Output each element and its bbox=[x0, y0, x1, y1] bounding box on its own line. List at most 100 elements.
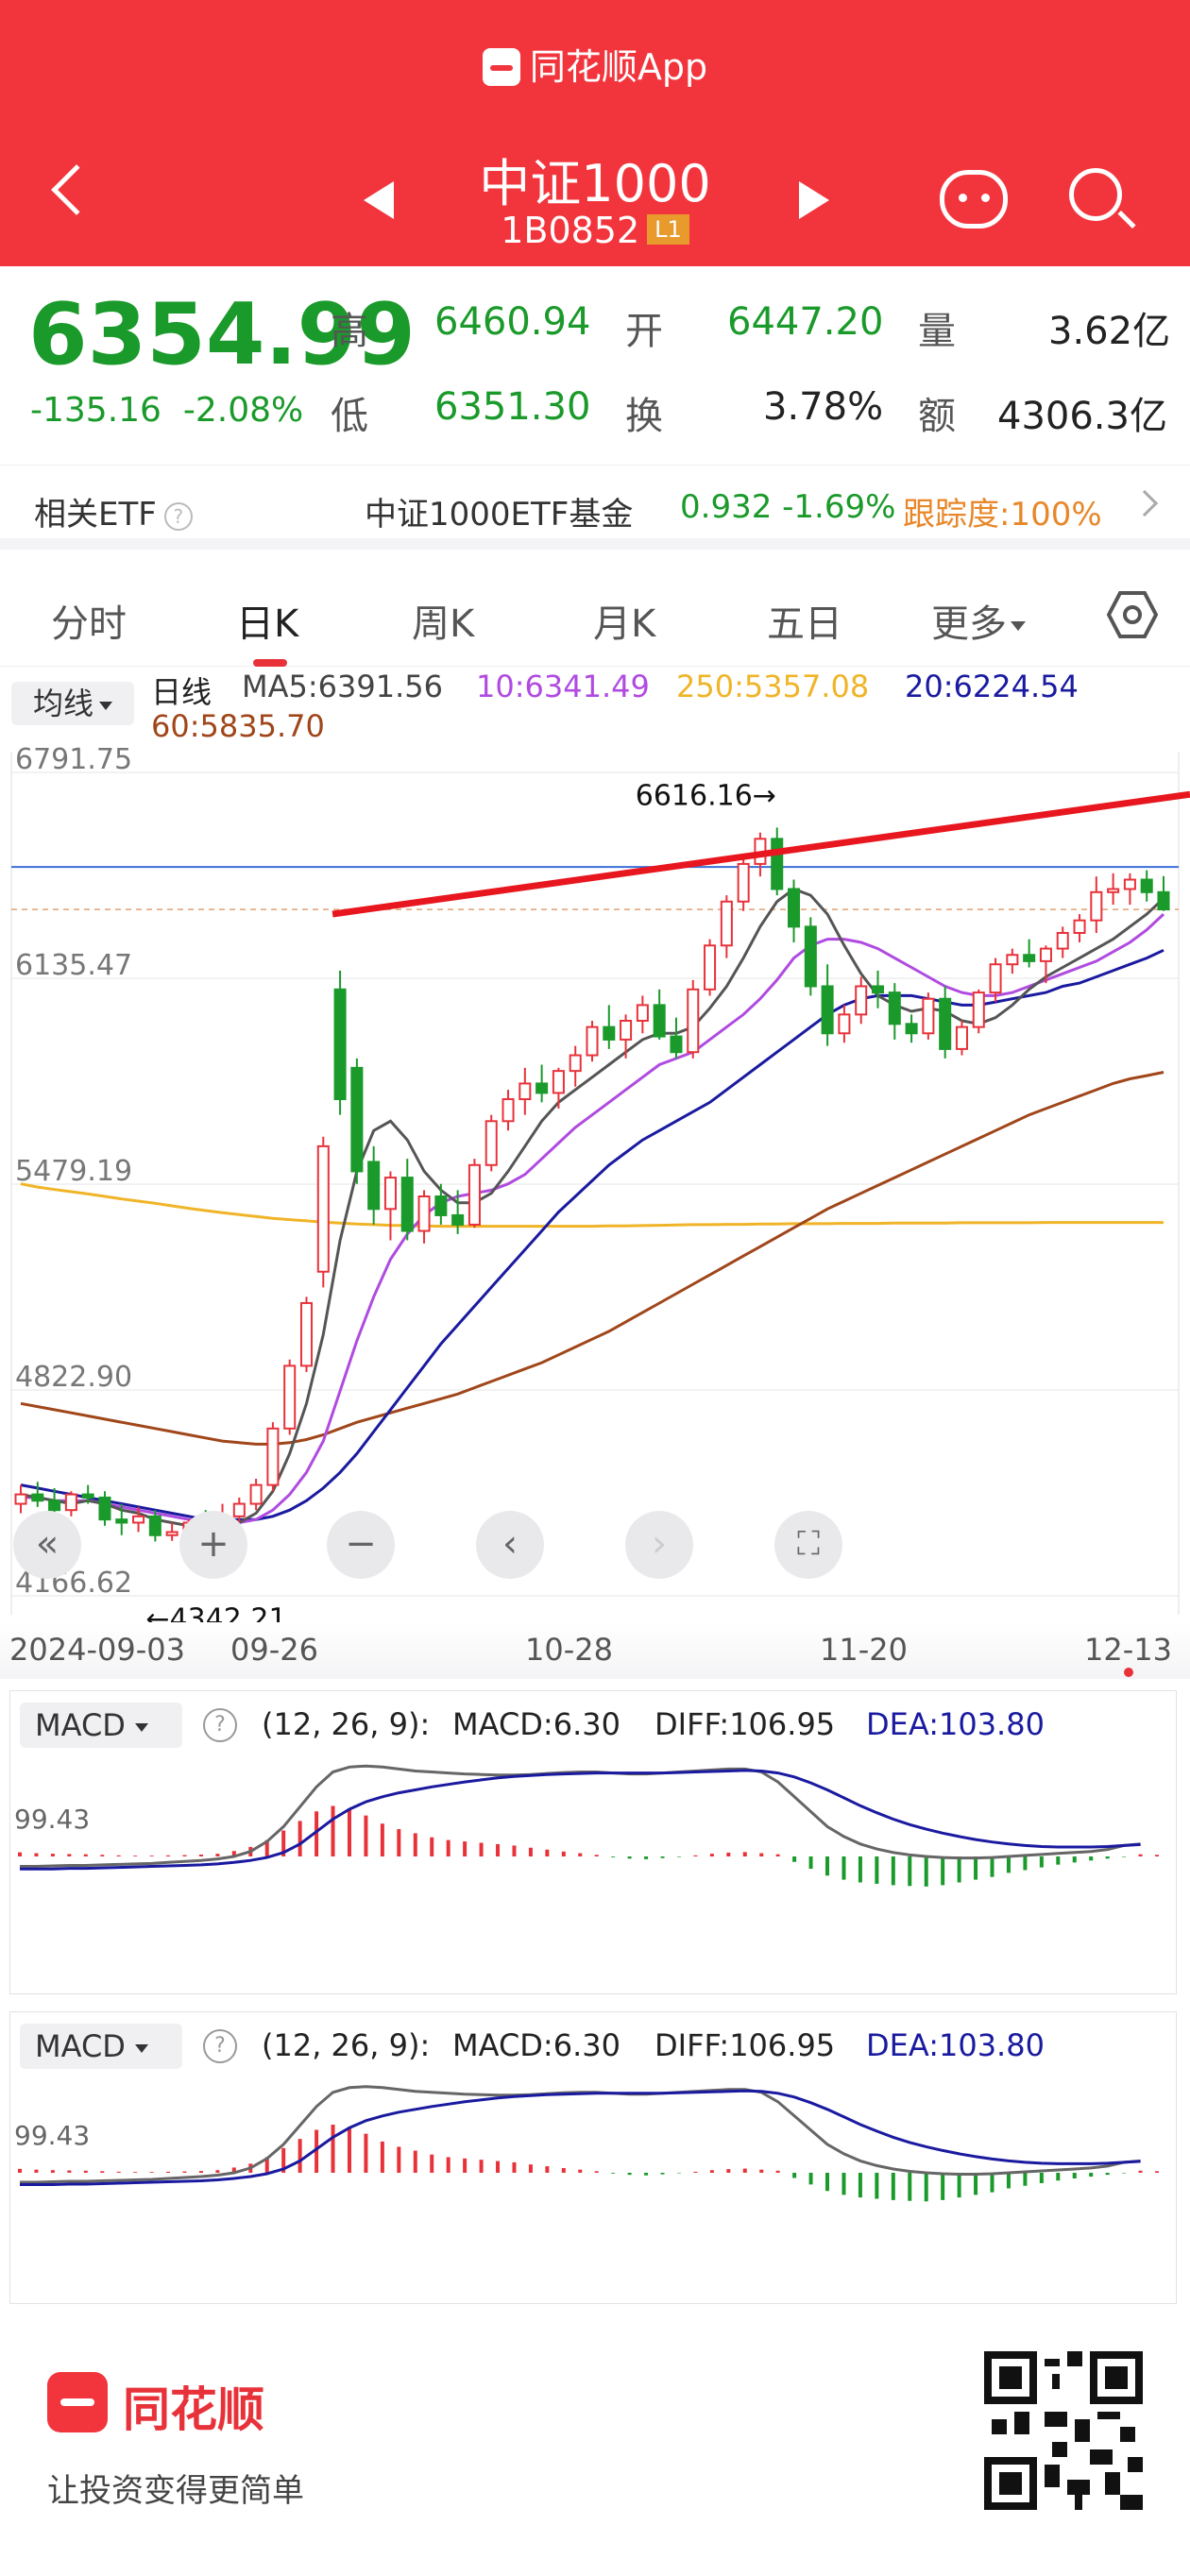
x-tick: 11-20 bbox=[820, 1632, 908, 1668]
open-value: 6447.20 bbox=[727, 300, 884, 344]
candle-down bbox=[451, 1213, 465, 1226]
search-icon[interactable] bbox=[1069, 168, 1122, 221]
dea-value: DEA:103.80 bbox=[866, 1706, 1045, 1742]
related-etf-row[interactable]: 相关ETF? 中证1000ETF基金 0.932 -1.69% 跟踪度:100% bbox=[0, 465, 1190, 550]
ma10-line bbox=[21, 913, 1165, 1524]
brand-logo-icon bbox=[47, 2372, 108, 2432]
macd-panel-1: MACD ? (12, 26, 9): MACD:6.30 DIFF:106.9… bbox=[9, 1690, 1177, 1994]
y-tick: 5479.19 bbox=[15, 1155, 132, 1188]
change-pct: -2.08% bbox=[182, 391, 304, 430]
ma60-line bbox=[20, 1071, 1164, 1446]
candle-down bbox=[536, 1082, 549, 1094]
next-stock-icon[interactable] bbox=[799, 181, 829, 219]
macd-chart: 99.43 bbox=[14, 2085, 1159, 2202]
candle-up bbox=[704, 944, 717, 991]
tab-more-label: 更多 bbox=[931, 602, 1007, 646]
open-label: 开 bbox=[625, 310, 663, 353]
candle-up bbox=[569, 1054, 582, 1073]
low-annotation: ←4342.21 bbox=[145, 1602, 286, 1622]
candle-up bbox=[1056, 931, 1069, 950]
page-title: 中证1000 bbox=[479, 154, 711, 213]
etf-value: 0.932 -1.69% bbox=[680, 488, 896, 526]
macd-selector-label: MACD bbox=[35, 1707, 126, 1743]
candle-up bbox=[502, 1098, 515, 1123]
candle-up bbox=[720, 900, 733, 947]
candle-up bbox=[737, 862, 750, 903]
ma5-value: MA5:6391.56 bbox=[242, 669, 443, 704]
candle-down bbox=[905, 1023, 918, 1035]
candle-up bbox=[484, 1120, 498, 1166]
amount-label: 额 bbox=[918, 395, 956, 438]
brand-slogan: 让投资变得更简单 bbox=[47, 2472, 304, 2510]
tab-five-day[interactable]: 五日 bbox=[767, 593, 842, 648]
zoom-out-icon[interactable]: − bbox=[327, 1511, 395, 1579]
tab-daily-k[interactable]: 日K bbox=[236, 593, 298, 648]
macd-panel-2: MACD ? (12, 26, 9): MACD:6.30 DIFF:106.9… bbox=[9, 2011, 1177, 2304]
qr-code-icon bbox=[984, 2351, 1143, 2510]
candle-up bbox=[417, 1195, 431, 1232]
candle-down bbox=[400, 1177, 414, 1232]
candle-up bbox=[283, 1364, 297, 1430]
ma-legend: 均线 日线 MA5:6391.56 10:6341.49 250:5357.08… bbox=[0, 669, 1190, 750]
candle-up bbox=[687, 988, 700, 1054]
macd-selector-button[interactable]: MACD bbox=[20, 2024, 182, 2069]
candle-up bbox=[586, 1025, 599, 1057]
ma-selector-button[interactable]: 均线 bbox=[11, 682, 134, 725]
chevron-down-icon bbox=[134, 2043, 148, 2053]
help-icon[interactable]: ? bbox=[203, 1708, 237, 1742]
candle-down bbox=[939, 997, 952, 1050]
candle-up bbox=[989, 963, 1002, 994]
candle-down bbox=[98, 1496, 111, 1521]
assistant-robot-icon[interactable] bbox=[940, 170, 1008, 229]
ma10-value: 10:6341.49 bbox=[476, 669, 650, 704]
candle-down bbox=[804, 925, 817, 988]
settings-hex-icon[interactable] bbox=[1107, 589, 1158, 640]
candle-down bbox=[653, 1004, 666, 1038]
etf-tracking: 跟踪度:100% bbox=[903, 496, 1102, 534]
scroll-left-double-icon[interactable]: « bbox=[13, 1511, 81, 1579]
tab-intraday[interactable]: 分时 bbox=[51, 593, 127, 648]
candle-up bbox=[299, 1301, 314, 1367]
candle-up bbox=[1107, 888, 1120, 893]
macd-axis-label: 99.43 bbox=[14, 2120, 90, 2151]
tab-weekly-k[interactable]: 周K bbox=[412, 593, 474, 648]
macd-selector-button[interactable]: MACD bbox=[20, 1703, 182, 1748]
tab-monthly-k[interactable]: 月K bbox=[593, 593, 655, 648]
candle-down bbox=[333, 988, 347, 1101]
tab-more[interactable]: 更多 bbox=[931, 593, 1026, 648]
chevron-down-icon bbox=[99, 701, 112, 710]
stock-code-text: 1B0852 bbox=[501, 210, 640, 251]
candle-up bbox=[1073, 919, 1086, 934]
candle-up bbox=[972, 991, 985, 1028]
candle-down bbox=[115, 1518, 128, 1524]
candlestick-chart[interactable]: 6791.756135.475479.194822.904166.62 6616… bbox=[0, 746, 1190, 1622]
candle-down bbox=[771, 838, 784, 890]
candle-down bbox=[1023, 954, 1036, 962]
next-icon[interactable]: › bbox=[625, 1511, 693, 1579]
candle-down bbox=[871, 985, 885, 994]
help-icon[interactable]: ? bbox=[163, 501, 193, 531]
active-tab-indicator bbox=[253, 659, 287, 667]
ma250-value: 250:5357.08 bbox=[676, 669, 870, 704]
amount-value: 4306.3亿 bbox=[997, 395, 1167, 438]
candle-up bbox=[1123, 878, 1136, 890]
back-icon[interactable] bbox=[51, 164, 102, 215]
help-icon[interactable]: ? bbox=[203, 2029, 237, 2063]
candle-down bbox=[788, 888, 801, 928]
fullscreen-icon[interactable]: ⛶ bbox=[774, 1511, 842, 1579]
candle-down bbox=[148, 1515, 162, 1536]
prev-icon[interactable]: ‹ bbox=[476, 1511, 544, 1579]
candle-up bbox=[518, 1082, 532, 1101]
candle-up bbox=[64, 1493, 77, 1512]
candle-down bbox=[350, 1066, 364, 1173]
zoom-in-icon[interactable]: + bbox=[179, 1511, 247, 1579]
ma-period: 日线 bbox=[151, 674, 212, 710]
chevron-down-icon bbox=[134, 1722, 148, 1732]
candle-up bbox=[14, 1493, 27, 1505]
x-tick: 12-13 bbox=[1084, 1632, 1172, 1668]
top-bar: 同花顺App 中证1000 1B0852 L1 bbox=[0, 0, 1190, 266]
macd-value: MACD:6.30 bbox=[452, 2027, 620, 2063]
candle-up bbox=[1006, 954, 1019, 966]
turnover-label: 换 bbox=[625, 395, 663, 438]
candle-up bbox=[266, 1427, 280, 1486]
